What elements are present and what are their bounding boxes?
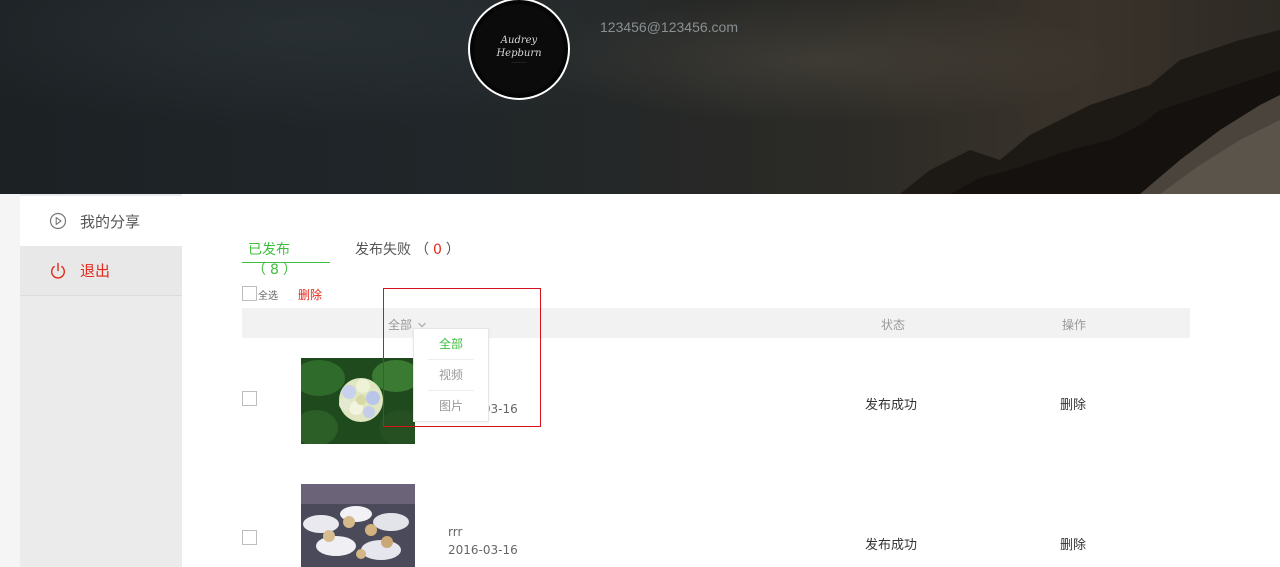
sidebar-item-my-shares[interactable]: 我的分享	[20, 196, 182, 246]
row-status: 发布成功	[865, 538, 918, 553]
row-date: 2016-03-16	[448, 543, 518, 557]
type-filter-label: 全部	[388, 318, 413, 332]
row-status: 发布成功	[865, 398, 918, 413]
sidebar-item-label: 退出	[80, 262, 111, 280]
gannets-thumbnail[interactable]	[301, 484, 415, 567]
avatar-signature-line-2: Hepburn	[496, 47, 542, 59]
row-delete-button[interactable]: 删除	[1060, 394, 1086, 413]
avatar-signature-line-1: Audrey	[500, 34, 538, 46]
sidebar-item-label: 我的分享	[80, 212, 141, 231]
row-title: rrr	[448, 525, 463, 539]
avatar-signature-image: Audrey Hepburn —————	[474, 4, 564, 94]
sidebar-item-logout[interactable]: 退出	[20, 246, 182, 296]
column-header-status: 状态	[881, 318, 906, 332]
column-header-action: 操作	[1062, 318, 1087, 332]
checkbox-box[interactable]	[242, 286, 257, 301]
tab-paren-close: ）	[282, 262, 297, 278]
row-delete-button[interactable]: 删除	[1060, 534, 1086, 553]
play-circle-icon	[49, 212, 67, 230]
row-checkbox[interactable]	[242, 530, 257, 545]
bulk-delete-button[interactable]: 删除	[298, 286, 322, 303]
table-header: 全部 状态 操作	[242, 308, 1190, 338]
banner-rocks-graphic	[900, 30, 1280, 194]
row-checkbox[interactable]	[242, 391, 257, 406]
avatar-signature-fineprint: —————	[511, 59, 527, 64]
filter-option-video[interactable]: 视频	[414, 360, 488, 391]
select-all-checkbox[interactable]: 全选	[242, 285, 278, 302]
power-icon	[51, 262, 65, 279]
page-left-gutter	[0, 194, 20, 567]
user-avatar[interactable]: Audrey Hepburn —————	[468, 0, 570, 100]
tab-label: 已发布	[248, 242, 290, 258]
profile-banner: Audrey Hepburn ————— 123456@123456.com	[0, 0, 1280, 194]
table-row: 2016-03-16 发布成功 删除	[242, 350, 1190, 450]
tab-paren-open: （	[415, 242, 429, 258]
hydrangea-thumbnail[interactable]	[301, 358, 415, 444]
table-row: rrr 2016-03-16 发布成功 删除	[242, 484, 1190, 567]
tab-label: 发布失败	[355, 242, 411, 258]
tab-failed[interactable]: 发布失败（0）	[355, 239, 464, 263]
tab-published[interactable]: 已发布 （ 8）	[242, 239, 330, 278]
filter-option-image[interactable]: 图片	[414, 391, 488, 422]
tab-count: 8	[270, 262, 279, 278]
user-email: 123456@123456.com	[600, 19, 738, 35]
tab-count: 0	[433, 242, 442, 258]
sidebar: 我的分享 退出	[20, 194, 182, 567]
tab-paren-close: ）	[445, 242, 460, 258]
filter-option-all[interactable]: 全部	[414, 329, 488, 360]
tab-paren-open: （	[252, 262, 266, 278]
select-all-label: 全选	[258, 291, 278, 302]
type-filter-menu: 全部 视频 图片	[413, 328, 489, 422]
